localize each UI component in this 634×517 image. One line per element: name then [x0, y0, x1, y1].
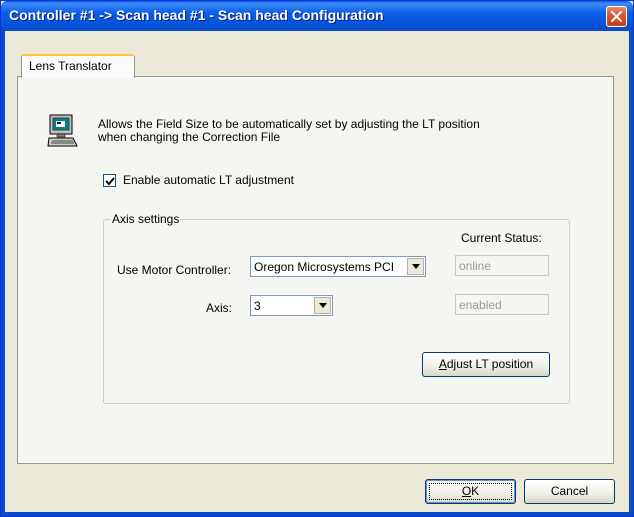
- enable-lt-adjustment-label[interactable]: Enable automatic LT adjustment: [123, 173, 294, 187]
- window-frame-right: [629, 31, 633, 516]
- adjust-button-mnemonic: A: [438, 357, 447, 371]
- axis-dropdown[interactable]: 3: [250, 295, 333, 316]
- window-title: Controller #1 -> Scan head #1 - Scan hea…: [9, 7, 384, 23]
- close-icon: [611, 11, 622, 22]
- axis-settings-legend: Axis settings: [111, 212, 181, 226]
- window-frame-left: [1, 31, 5, 516]
- adjust-button-label: djust LT position: [446, 357, 534, 371]
- checkmark-icon: [105, 177, 115, 186]
- motor-controller-dropdown-button[interactable]: [407, 258, 424, 275]
- adjust-lt-position-button[interactable]: Adjust LT position: [422, 352, 550, 377]
- axis-status-field: enabled: [455, 294, 549, 315]
- window-frame-bottom: [1, 512, 633, 516]
- close-button[interactable]: [606, 6, 627, 27]
- motor-controller-label: Use Motor Controller:: [117, 263, 232, 277]
- tab-lens-translator[interactable]: Lens Translator: [21, 54, 135, 78]
- motor-controller-value: Oregon Microsystems PCI: [254, 260, 395, 274]
- focus-rectangle: [429, 483, 512, 500]
- enable-lt-adjustment-checkbox[interactable]: [103, 174, 116, 187]
- motor-status-field: online: [455, 255, 549, 276]
- title-bar[interactable]: Controller #1 -> Scan head #1 - Scan hea…: [1, 1, 633, 31]
- description-line-2: when changing the Correction File: [98, 130, 281, 144]
- description-text: Allows the Field Size to be automaticall…: [98, 118, 538, 144]
- motor-controller-dropdown[interactable]: Oregon Microsystems PCI: [250, 256, 426, 277]
- cancel-button[interactable]: Cancel: [524, 479, 615, 504]
- current-status-label: Current Status:: [461, 231, 542, 245]
- tab-label: Lens Translator: [29, 59, 112, 73]
- computer-icon: [47, 114, 78, 147]
- axis-value: 3: [254, 299, 261, 313]
- ok-button[interactable]: OK: [425, 479, 516, 504]
- axis-dropdown-button[interactable]: [314, 297, 331, 314]
- axis-label: Axis:: [206, 301, 233, 315]
- chevron-down-icon: [411, 264, 420, 269]
- dialog-window: Controller #1 -> Scan head #1 - Scan hea…: [0, 0, 634, 517]
- chevron-down-icon: [318, 303, 327, 308]
